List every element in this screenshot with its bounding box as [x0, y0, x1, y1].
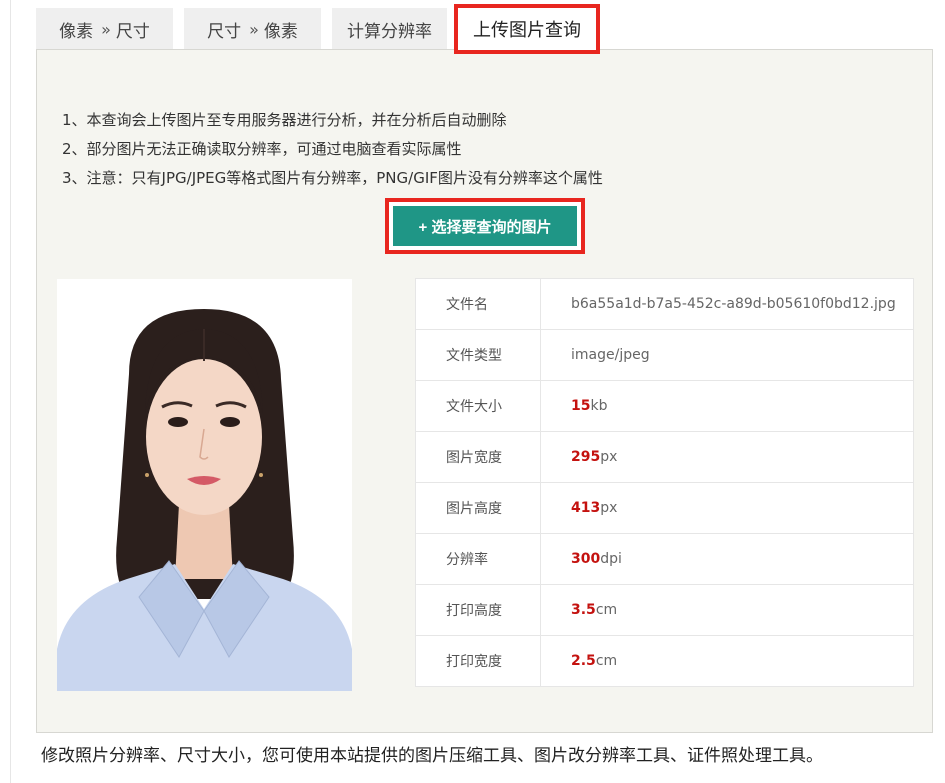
info-value: 300dpi [540, 533, 914, 585]
info-key: 打印高度 [415, 584, 541, 636]
page-left-border [10, 0, 11, 783]
footer-tip: 修改照片分辨率、尺寸大小，您可使用本站提供的图片压缩工具、图片改分辨率工具、证件… [41, 746, 823, 766]
info-unit: px [600, 500, 618, 516]
notes-list: 1、本查询会上传图片至专用服务器进行分析，并在分析后自动删除 2、部分图片无法正… [62, 106, 603, 193]
info-key: 分辨率 [415, 533, 541, 585]
info-key: 图片宽度 [415, 431, 541, 483]
tab-label: 计算分辨率 [347, 21, 432, 42]
table-row: 文件大小 15kb [415, 380, 914, 432]
table-row: 图片高度 413px [415, 482, 914, 534]
info-unit: cm [595, 653, 618, 669]
info-value: 3.5cm [540, 584, 914, 636]
tab-pixel-to-size[interactable]: 像素 » 尺寸 [36, 8, 173, 50]
double-chevron-icon: » [249, 19, 259, 39]
tab-upload-query[interactable]: 上传图片查询 [454, 4, 600, 54]
select-image-button[interactable]: + 选择要查询的图片 [393, 206, 577, 246]
info-value: b6a55a1d-b7a5-452c-a89d-b05610f0bd12.jpg [540, 278, 914, 330]
double-chevron-icon: » [101, 19, 111, 39]
info-value: 2.5cm [540, 635, 914, 687]
tab-label: 上传图片查询 [473, 20, 581, 41]
uploaded-photo-preview [57, 279, 352, 691]
note-item: 3、注意：只有JPG/JPEG等格式图片有分辨率，PNG/GIF图片没有分辨率这… [62, 169, 603, 187]
table-row: 打印高度 3.5cm [415, 584, 914, 636]
portrait-photo [57, 279, 352, 691]
tab-size-to-pixel[interactable]: 尺寸 » 像素 [184, 8, 321, 50]
table-row: 文件类型 image/jpeg [415, 329, 914, 381]
info-value: 15kb [540, 380, 914, 432]
table-row: 打印宽度 2.5cm [415, 635, 914, 687]
info-unit: cm [595, 602, 618, 618]
tab-label-a: 像素 [59, 21, 94, 42]
info-value: image/jpeg [540, 329, 914, 381]
info-unit: dpi [600, 551, 622, 567]
tab-label-b: 像素 [263, 21, 298, 42]
upload-query-panel: 1、本查询会上传图片至专用服务器进行分析，并在分析后自动删除 2、部分图片无法正… [36, 49, 933, 733]
info-number: 295 [571, 449, 601, 465]
note-item: 1、本查询会上传图片至专用服务器进行分析，并在分析后自动删除 [62, 111, 507, 129]
info-value: 295px [540, 431, 914, 483]
table-row: 分辨率 300dpi [415, 533, 914, 585]
info-unit: kb [590, 398, 608, 414]
info-number: 300 [571, 551, 601, 567]
tab-label-a: 尺寸 [207, 21, 242, 42]
info-value: 413px [540, 482, 914, 534]
info-key: 图片高度 [415, 482, 541, 534]
tab-label-b: 尺寸 [115, 21, 150, 42]
table-row: 文件名 b6a55a1d-b7a5-452c-a89d-b05610f0bd12… [415, 278, 914, 330]
info-number: 413 [571, 500, 601, 516]
tab-calc-resolution[interactable]: 计算分辨率 [332, 8, 447, 50]
info-key: 打印宽度 [415, 635, 541, 687]
info-number: 3.5 [571, 602, 596, 618]
image-info-table: 文件名 b6a55a1d-b7a5-452c-a89d-b05610f0bd12… [415, 278, 914, 687]
info-unit: px [600, 449, 618, 465]
info-number: 2.5 [571, 653, 596, 669]
info-number: 15 [571, 398, 591, 414]
info-key: 文件类型 [415, 329, 541, 381]
table-row: 图片宽度 295px [415, 431, 914, 483]
upload-button-highlight: + 选择要查询的图片 [385, 198, 585, 254]
info-key: 文件名 [415, 278, 541, 330]
note-item: 2、部分图片无法正确读取分辨率，可通过电脑查看实际属性 [62, 140, 462, 158]
info-key: 文件大小 [415, 380, 541, 432]
